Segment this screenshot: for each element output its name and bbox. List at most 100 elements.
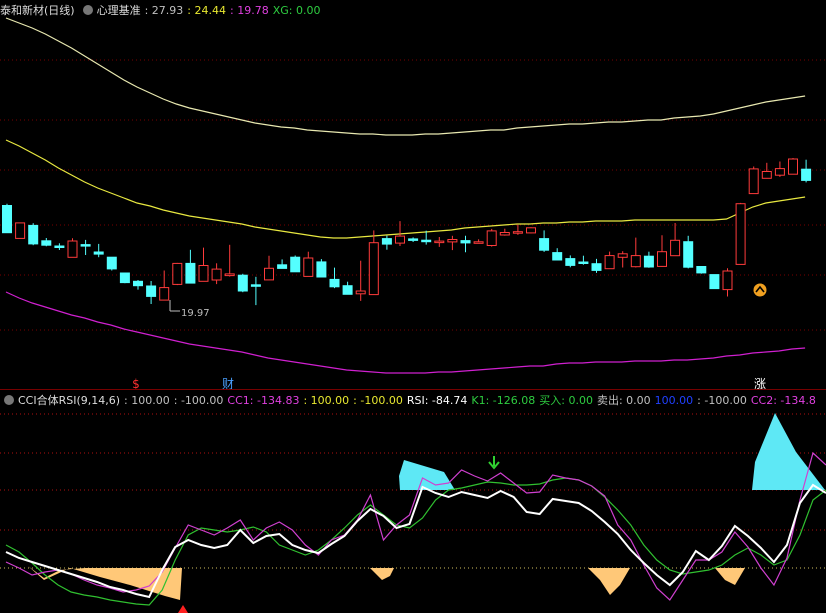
candle-body bbox=[355, 290, 366, 295]
candle-body bbox=[395, 235, 405, 244]
candle-body bbox=[106, 256, 117, 270]
candle-body bbox=[735, 203, 746, 265]
candle-body bbox=[342, 285, 353, 295]
candle-body bbox=[683, 241, 694, 268]
candle-body bbox=[250, 284, 261, 287]
candle-body bbox=[15, 222, 26, 239]
sub-chart-header: CCI合体RSI(9,14,6): 100.00: -100.00 CC1: -1… bbox=[0, 392, 824, 410]
candle-body bbox=[303, 257, 314, 277]
candle-body bbox=[643, 255, 654, 268]
candle-body bbox=[709, 274, 720, 290]
candle-body bbox=[316, 261, 327, 278]
candle-body bbox=[28, 224, 39, 245]
candle-body bbox=[630, 255, 641, 268]
candle-body bbox=[93, 251, 104, 255]
candle-body bbox=[604, 255, 615, 270]
oversold-fill bbox=[715, 568, 745, 585]
overbought-fill bbox=[752, 413, 825, 490]
candle-body bbox=[657, 251, 667, 267]
settings-gear-icon[interactable] bbox=[4, 395, 14, 405]
sub-value-8: 卖出: 0.00 bbox=[596, 394, 651, 407]
candle-body bbox=[696, 266, 707, 274]
candle-body bbox=[801, 168, 812, 181]
chart-canvas[interactable]: 19.97$ 财涨 bbox=[0, 0, 826, 613]
settings-gear-icon[interactable] bbox=[82, 5, 93, 15]
candle-body bbox=[408, 238, 419, 241]
main-value-1: : 24.44 bbox=[187, 4, 226, 17]
main-value-3: XG: 0.00 bbox=[272, 4, 321, 17]
main-value-2: : 19.78 bbox=[230, 4, 269, 17]
candle-body bbox=[185, 262, 196, 284]
sub-value-6: K1: -126.08 bbox=[471, 394, 536, 407]
candle-body bbox=[119, 272, 130, 284]
candle-body bbox=[552, 252, 563, 261]
candle-body bbox=[277, 264, 288, 269]
candle-body bbox=[41, 240, 52, 246]
candle-body bbox=[565, 258, 576, 266]
candle-body bbox=[434, 240, 445, 244]
buy-arrow-icon bbox=[178, 605, 188, 613]
mid-band-line bbox=[5, 139, 806, 239]
sub-value-5: RSI: -84.74 bbox=[406, 394, 468, 407]
stock-name[interactable]: 泰和新材(日线) bbox=[0, 4, 75, 17]
main-indicator-values: : 27.93: 24.44 : 19.78 XG: 0.00 bbox=[145, 4, 325, 17]
candle-body bbox=[2, 205, 12, 234]
candle-body bbox=[67, 240, 78, 258]
sub-value-10: : -100.00 bbox=[697, 394, 747, 407]
min-price-label: 19.97 bbox=[181, 308, 210, 319]
rise-badge-icon bbox=[753, 283, 767, 297]
candle-body bbox=[172, 262, 183, 285]
sub-value-9: 100.00 bbox=[654, 394, 694, 407]
candle-body bbox=[722, 270, 733, 291]
sub-value-3: : 100.00 bbox=[303, 394, 350, 407]
candle-body bbox=[539, 238, 550, 251]
candle-body bbox=[133, 280, 143, 287]
sub-indicator-values: : 100.00: -100.00 CC1: -134.83: 100.00: -… bbox=[124, 394, 820, 407]
lower-band-line bbox=[5, 291, 806, 374]
pane-separator[interactable] bbox=[0, 389, 826, 390]
candle-body bbox=[290, 256, 301, 273]
candle-body bbox=[578, 261, 589, 264]
candle-body bbox=[329, 278, 340, 288]
candle-body bbox=[761, 171, 772, 179]
main-value-0: : 27.93 bbox=[144, 4, 184, 17]
sub-value-4: : -100.00 bbox=[353, 394, 403, 407]
candle-body bbox=[80, 244, 91, 247]
candle-body bbox=[237, 274, 248, 292]
sub-indicator-name[interactable]: CCI合体RSI(9,14,6) bbox=[18, 394, 120, 407]
candle-body bbox=[486, 230, 497, 246]
candle-body bbox=[748, 168, 759, 195]
main-chart-header: 泰和新材(日线) 心理基准: 27.93: 24.44 : 19.78 XG: 0.0… bbox=[0, 2, 328, 20]
candle-body bbox=[460, 240, 471, 244]
oversold-fill bbox=[370, 568, 394, 580]
overbought-fill bbox=[399, 460, 455, 490]
candle-body bbox=[774, 168, 785, 176]
upper-band-line bbox=[5, 17, 806, 136]
oversold-fill bbox=[588, 568, 630, 595]
indicator-name[interactable]: 心理基准 bbox=[97, 4, 141, 17]
candle-body bbox=[368, 242, 379, 296]
candle-body bbox=[499, 232, 510, 236]
sub-value-2: CC1: -134.83 bbox=[227, 394, 300, 407]
candle-body bbox=[473, 241, 484, 244]
candle-body bbox=[591, 263, 602, 271]
candle-body bbox=[526, 227, 536, 234]
candle-body bbox=[54, 245, 65, 248]
sub-value-11: CC2: -134.8 bbox=[750, 394, 816, 407]
candle-body bbox=[198, 265, 209, 282]
candle-body bbox=[512, 231, 523, 234]
candle-body bbox=[224, 273, 235, 277]
candle-body bbox=[211, 268, 222, 281]
candle-body bbox=[264, 267, 274, 281]
candle-body bbox=[381, 238, 392, 245]
sub-value-7: 买入: 0.00 bbox=[539, 394, 593, 407]
sub-value-0: : 100.00 bbox=[124, 394, 170, 407]
candle-body bbox=[617, 253, 628, 258]
candle-body bbox=[788, 158, 798, 175]
candle-body bbox=[421, 239, 432, 243]
candle-body bbox=[146, 285, 157, 297]
candle-body bbox=[670, 239, 681, 257]
candle-body bbox=[159, 287, 170, 301]
candle-body bbox=[447, 239, 458, 243]
sub-value-1: : -100.00 bbox=[173, 394, 224, 407]
